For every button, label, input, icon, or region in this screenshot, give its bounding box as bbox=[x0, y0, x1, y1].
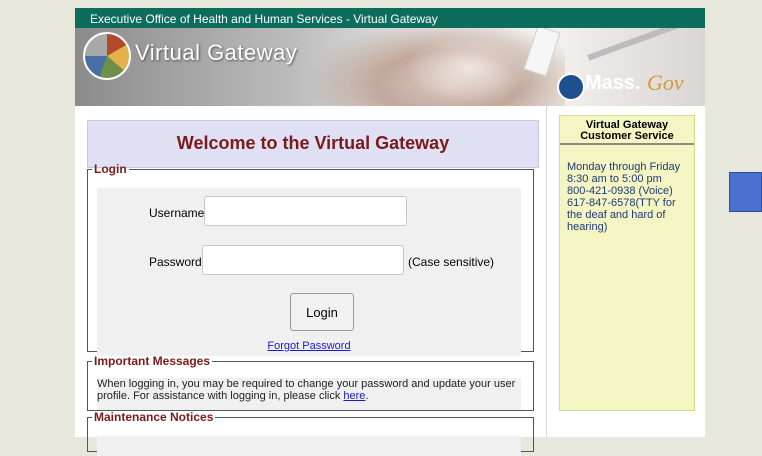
login-button[interactable]: Login bbox=[290, 293, 354, 331]
case-sensitive-note: (Case sensitive) bbox=[408, 255, 495, 269]
banner-photo-detail-2 bbox=[587, 28, 693, 61]
password-label: Password bbox=[149, 255, 202, 269]
agency-title: Executive Office of Health and Human Ser… bbox=[90, 12, 438, 26]
important-messages-panel: When logging in, you may be required to … bbox=[97, 378, 521, 410]
important-messages-text: When logging in, you may be required to … bbox=[97, 378, 516, 402]
help-here-link[interactable]: here bbox=[343, 390, 365, 402]
welcome-banner: Welcome to the Virtual Gateway bbox=[87, 120, 539, 168]
maintenance-notices-fieldset: Maintenance Notices bbox=[87, 410, 534, 456]
welcome-title: Welcome to the Virtual Gateway bbox=[176, 133, 450, 153]
service-time: 8:30 am to 5:00 pm bbox=[567, 173, 662, 185]
virtual-gateway-logo-icon bbox=[83, 32, 131, 80]
password-input[interactable] bbox=[202, 245, 404, 275]
column-divider bbox=[546, 106, 547, 437]
mass-gov-logo-mass: Mass. bbox=[585, 72, 641, 94]
mass-gov-logo-gov: Gov bbox=[647, 70, 684, 95]
header-bar: Executive Office of Health and Human Ser… bbox=[75, 8, 705, 106]
virtual-gateway-logo-text: Virtual Gateway bbox=[135, 40, 298, 65]
maintenance-notices-panel bbox=[97, 436, 521, 456]
important-messages-period: . bbox=[365, 390, 369, 402]
mass-seal-icon bbox=[557, 73, 585, 101]
customer-service-panel: Virtual Gateway Customer Service Monday … bbox=[559, 115, 695, 411]
customer-service-title: Virtual Gateway Customer Service bbox=[580, 119, 674, 142]
login-legend: Login bbox=[94, 162, 127, 176]
service-hours: Monday through Friday bbox=[567, 161, 681, 173]
page-container: Executive Office of Health and Human Ser… bbox=[75, 8, 705, 456]
header-banner: Virtual Gateway Mass. Gov bbox=[75, 28, 705, 106]
login-fieldset: Login Username Password (Case sensitive)… bbox=[87, 162, 534, 356]
banner-photo-highlight bbox=[405, 33, 535, 103]
important-messages-legend: Important Messages bbox=[94, 354, 211, 368]
forgot-password-link[interactable]: Forgot Password bbox=[97, 340, 521, 352]
side-feedback-tab[interactable] bbox=[729, 172, 762, 212]
customer-service-divider bbox=[560, 143, 694, 145]
username-label: Username bbox=[149, 206, 205, 220]
tty-phone: 617-847-6578(TTY for the deaf and hard o… bbox=[567, 197, 676, 233]
login-panel: Username Password (Case sensitive) Login… bbox=[97, 188, 521, 356]
important-messages-fieldset: Important Messages When logging in, you … bbox=[87, 354, 534, 411]
customer-service-info: Monday through Friday 8:30 am to 5:00 pm… bbox=[567, 161, 691, 233]
voice-phone: 800-421-0938 (Voice) bbox=[567, 185, 673, 197]
maintenance-notices-legend: Maintenance Notices bbox=[94, 410, 214, 424]
username-input[interactable] bbox=[204, 196, 407, 226]
